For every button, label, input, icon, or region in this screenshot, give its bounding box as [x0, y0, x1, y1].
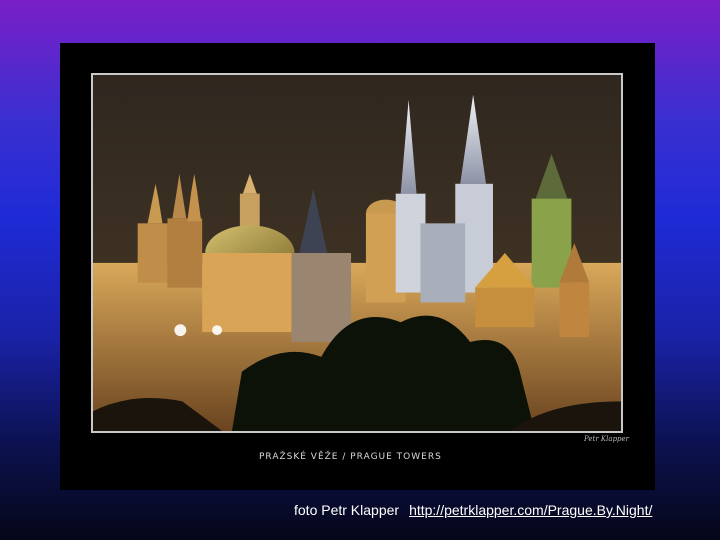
photo-credit: foto Petr Klapper http://petrklapper.com/…	[294, 502, 652, 518]
photo-caption: PRAŽSKÉ VĚŽE / PRAGUE TOWERS	[259, 452, 442, 462]
slide-frame: PRAŽSKÉ VĚŽE / PRAGUE TOWERS Petr Klappe…	[60, 43, 655, 490]
credit-link[interactable]: http://petrklapper.com/Prague.By.Night/	[409, 502, 652, 518]
photographer-signature: Petr Klapper	[584, 435, 630, 443]
credit-text: foto Petr Klapper	[294, 502, 400, 518]
photo-illustration	[93, 75, 621, 431]
prague-towers-photo	[91, 73, 623, 433]
